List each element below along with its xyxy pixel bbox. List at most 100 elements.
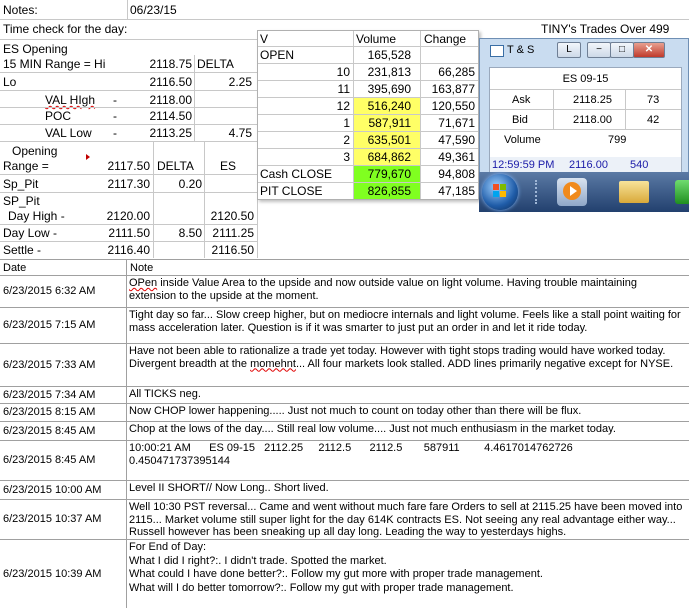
delta-label: DELTA bbox=[197, 57, 234, 71]
lo-value[interactable]: 2116.50 bbox=[140, 75, 193, 89]
day-high-es[interactable]: 2120.50 bbox=[200, 209, 254, 223]
day-high-value[interactable]: 2120.00 bbox=[96, 209, 150, 223]
note-date: 6/23/2015 7:34 AM bbox=[3, 389, 96, 401]
media-player-icon[interactable] bbox=[557, 178, 587, 206]
volume-row-volume[interactable]: 779,670 bbox=[354, 167, 411, 181]
lo-label: Lo bbox=[3, 75, 17, 89]
poc-label: POC bbox=[45, 109, 72, 123]
val-low-label: VAL Low bbox=[45, 126, 92, 140]
maximize-icon: □ bbox=[618, 44, 626, 55]
note-date: 6/23/2015 8:45 AM bbox=[3, 454, 96, 466]
note-date: 6/23/2015 8:15 AM bbox=[3, 406, 96, 418]
note-text[interactable]: Chop at the lows of the day.... Still re… bbox=[129, 423, 685, 439]
val-high-value[interactable]: 2118.00 bbox=[140, 93, 193, 107]
volume-row-label: Cash CLOSE bbox=[260, 167, 333, 181]
volume-row-volume[interactable]: 231,813 bbox=[354, 65, 411, 79]
close-button[interactable]: ✕ bbox=[633, 42, 665, 58]
note-text[interactable]: Have not been able to rationalize a trad… bbox=[129, 345, 685, 385]
volume-row-change[interactable]: 47,590 bbox=[421, 133, 475, 147]
maximize-button[interactable]: □ bbox=[610, 42, 634, 58]
note-text[interactable]: All TICKS neg. bbox=[129, 388, 685, 402]
note-text[interactable]: OPen inside Value Area to the upside and… bbox=[129, 277, 685, 306]
volume-row-volume[interactable]: 516,240 bbox=[354, 99, 411, 113]
note-text-line: What I did I right?:. I didn't trade. Sp… bbox=[129, 554, 387, 567]
quote-grid: ES 09-15 Ask 2118.25 73 Bid 2118.00 42 V… bbox=[489, 67, 682, 159]
settle-es[interactable]: 2116.50 bbox=[200, 243, 255, 257]
volume-row-label: 3 bbox=[343, 150, 350, 164]
sp-pit-value[interactable]: 2117.30 bbox=[96, 177, 151, 191]
volume-header-volume: Volume bbox=[356, 32, 397, 46]
note-date: 6/23/2015 7:15 AM bbox=[3, 319, 96, 331]
note-text[interactable]: Tight day so far... Slow creep higher, b… bbox=[129, 309, 685, 342]
volume-row-change[interactable]: 49,361 bbox=[421, 150, 475, 164]
volume-row-volume[interactable]: 165,528 bbox=[354, 48, 411, 62]
volume-row-label: 10 bbox=[336, 65, 350, 79]
sp-pit-delta[interactable]: 0.20 bbox=[150, 177, 202, 191]
time-and-sales-window[interactable]: T & S L − □ ✕ ES 09-15 Ask 2118.25 73 Bi… bbox=[479, 38, 689, 175]
note-date: 6/23/2015 10:00 AM bbox=[3, 484, 102, 496]
range-eq-label: Range = bbox=[3, 159, 49, 173]
last-trade-time: 12:59:59 PM bbox=[492, 159, 555, 171]
note-text[interactable]: 10:00:21 AM ES 09-15 2112.25 2112.5 2112… bbox=[129, 442, 685, 479]
close-icon: ✕ bbox=[644, 44, 654, 55]
day-low-label: Day Low - bbox=[3, 226, 58, 240]
windows-start-icon[interactable] bbox=[482, 174, 518, 210]
val-low-value[interactable]: 2113.25 bbox=[140, 126, 193, 140]
volume-row-change[interactable]: 66,285 bbox=[421, 65, 475, 79]
volume-header-change: Change bbox=[424, 32, 467, 46]
bid-size: 42 bbox=[647, 114, 660, 126]
sp-pit2-label: SP_Pit bbox=[3, 194, 40, 208]
day-high-label: Day High - bbox=[8, 209, 65, 223]
note-text[interactable]: For End of Day: What I did I right?:. I d… bbox=[129, 541, 685, 607]
volume-row-label: 1 bbox=[343, 116, 350, 130]
date-header: Date bbox=[3, 262, 27, 274]
volume-row-volume[interactable]: 635,501 bbox=[354, 133, 411, 147]
note-text-part: ... All four markets look stalled. ADD l… bbox=[295, 357, 674, 370]
opening-range-value[interactable]: 2117.50 bbox=[96, 159, 151, 173]
opening-label: Opening bbox=[12, 144, 58, 158]
note-date: 6/23/2015 6:32 AM bbox=[3, 285, 96, 297]
volume-value: 799 bbox=[608, 134, 627, 146]
note-text[interactable]: Level II SHORT// Now Long.. Short lived. bbox=[129, 482, 685, 498]
volume-row-change[interactable]: 94,808 bbox=[421, 167, 475, 181]
last-trade-size: 540 bbox=[630, 159, 649, 171]
volume-row-volume[interactable]: 684,862 bbox=[354, 150, 411, 164]
bid-label: Bid bbox=[512, 114, 528, 126]
bid-price: 2118.00 bbox=[573, 114, 612, 126]
note-header: Note bbox=[130, 262, 154, 274]
lo-delta[interactable]: 2.25 bbox=[200, 75, 252, 89]
delta-label-2: DELTA bbox=[157, 159, 194, 173]
volume-header-v: V bbox=[260, 32, 269, 46]
notes-date[interactable]: 06/23/15 bbox=[130, 3, 177, 17]
volume-label: Volume bbox=[504, 134, 541, 146]
link-button[interactable]: L bbox=[557, 42, 581, 58]
note-text[interactable]: Well 10:30 PST reversal... Came and went… bbox=[129, 501, 685, 538]
green-app-icon[interactable] bbox=[675, 180, 689, 204]
poc-value[interactable]: 2114.50 bbox=[140, 109, 193, 123]
es-label: ES bbox=[220, 159, 237, 173]
volume-row-change[interactable]: 120,550 bbox=[421, 99, 475, 113]
val-low-delta[interactable]: 4.75 bbox=[200, 126, 252, 140]
volume-row-label: PIT CLOSE bbox=[260, 184, 323, 198]
day-low-es[interactable]: 2111.25 bbox=[200, 226, 254, 240]
ask-size: 73 bbox=[647, 94, 660, 106]
day-low-value[interactable]: 2111.50 bbox=[96, 226, 150, 240]
volume-row-change[interactable]: 71,671 bbox=[421, 116, 475, 130]
ask-label: Ask bbox=[512, 94, 531, 106]
note-text[interactable]: Now CHOP lower happening..... Just not m… bbox=[129, 405, 685, 420]
volume-table: V Volume Change OPEN 165,528 10 231,813 66,2… bbox=[257, 30, 479, 200]
volume-row-change[interactable]: 163,877 bbox=[421, 82, 475, 96]
range-hi-value[interactable]: 2118.75 bbox=[140, 57, 193, 71]
volume-row-change[interactable]: 47,185 bbox=[421, 184, 475, 198]
time-check-label: Time check for the day: bbox=[3, 22, 128, 36]
volume-row-volume[interactable]: 826,855 bbox=[354, 184, 411, 198]
note-misspelled-word: OPen bbox=[129, 277, 158, 289]
volume-row-volume[interactable]: 587,911 bbox=[354, 116, 412, 130]
folder-icon[interactable] bbox=[619, 181, 649, 203]
note-text-line: For End of Day: bbox=[129, 541, 207, 553]
settle-value[interactable]: 2116.40 bbox=[96, 243, 151, 257]
minimize-button[interactable]: − bbox=[587, 42, 611, 58]
day-low-delta[interactable]: 8.50 bbox=[150, 226, 202, 240]
poc-dash: - bbox=[113, 109, 117, 123]
volume-row-volume[interactable]: 395,690 bbox=[354, 82, 411, 96]
